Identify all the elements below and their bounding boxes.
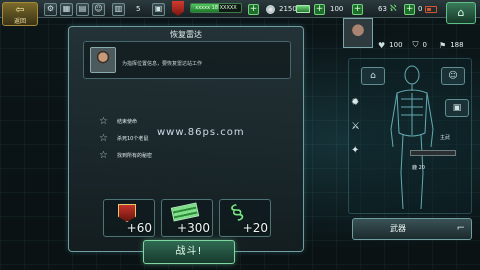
medal-icon bbox=[118, 204, 136, 222]
player-stats: ♥ 100 ⛉ 0 ⚑ 188 bbox=[378, 40, 468, 50]
reward-value: +60 bbox=[126, 221, 152, 235]
lab-button[interactable]: ⌂ bbox=[446, 2, 476, 24]
xp-text: xxxxx 18 XXXXX bbox=[195, 5, 237, 11]
rifle-ammo: 鹿 20 bbox=[412, 165, 425, 171]
body-scan-figure bbox=[390, 65, 434, 210]
sword-icon[interactable]: ⚔ bbox=[351, 121, 360, 132]
watermark: www.86ps.com bbox=[157, 127, 245, 138]
rank-icon bbox=[172, 1, 184, 16]
map-icon[interactable]: ▦ bbox=[60, 2, 73, 16]
star-icon: ☆ bbox=[99, 133, 108, 144]
battery-icon bbox=[425, 5, 438, 13]
objectives-list: ☆ 结束使命 ☆ 杀死10个老鼠 ☆ 找到所有的秘密 bbox=[99, 113, 152, 164]
weapons-label: 武器 bbox=[390, 224, 406, 233]
pistol-icon[interactable]: ✦ bbox=[351, 145, 359, 156]
weapons-button[interactable]: 武器 ⌐ bbox=[352, 218, 472, 240]
top-bar: ⚙ ▦ ▤ ☺ ▥ 5 ▣ xxxxx 18 XXXXX + 2150 + 10… bbox=[0, 0, 480, 18]
objective-label: 杀死10个老鼠 bbox=[117, 136, 149, 142]
reward-medal: +60 bbox=[103, 199, 155, 237]
dna-icon: ℵ bbox=[389, 4, 397, 14]
mission-panel: 恢复雷达 为指挥位置信息，要恢复雷达站工作 ☆ 结束使命 ☆ 杀死10个老鼠 ☆… bbox=[68, 26, 304, 252]
add-dna-button[interactable]: + bbox=[352, 3, 363, 15]
reward-money: +300 bbox=[161, 199, 213, 237]
star-icon: ☆ bbox=[99, 150, 108, 161]
gun-icon: ⌐ bbox=[456, 223, 465, 234]
mission-description: 为指挥位置信息，要恢复雷达站工作 bbox=[122, 61, 203, 67]
profile-icon[interactable]: ☺ bbox=[92, 2, 105, 16]
settings-icon[interactable]: ⚙ bbox=[44, 2, 57, 16]
rifle-icon[interactable] bbox=[410, 150, 456, 156]
objective-item: ☆ 杀死10个老鼠 bbox=[99, 130, 152, 147]
armor-slot[interactable]: ▣ bbox=[445, 99, 469, 117]
running-icon: ⚑ bbox=[439, 40, 447, 50]
objective-label: 找到所有的秘密 bbox=[117, 153, 153, 159]
battery-value: 0 bbox=[418, 5, 423, 13]
calendar-icon[interactable]: ▣ bbox=[152, 2, 165, 16]
speed-value: 188 bbox=[450, 41, 464, 49]
objective-item: ☆ 找到所有的秘密 bbox=[99, 147, 152, 164]
character-body-view: ⌂ ☺ ▣ ✹ ⚔ ✦ bbox=[348, 58, 472, 214]
grenade-icon[interactable]: ✹ bbox=[351, 97, 359, 108]
back-label: 返回 bbox=[13, 18, 26, 25]
armor-value: 0 bbox=[422, 41, 428, 49]
mission-title: 恢复雷达 bbox=[170, 30, 202, 39]
commander-portrait bbox=[90, 47, 116, 73]
head-slot[interactable]: ☺ bbox=[441, 67, 465, 85]
dna-value: 63 bbox=[378, 5, 387, 13]
helmet-slot[interactable]: ⌂ bbox=[361, 67, 385, 85]
objective-item: ☆ 结束使命 bbox=[99, 113, 152, 130]
back-arrow-icon: ⇦ bbox=[15, 3, 25, 16]
back-button[interactable]: ⇦ 返回 bbox=[2, 2, 38, 26]
journal-icon[interactable]: ▥ bbox=[112, 2, 125, 16]
cash-value: 100 bbox=[330, 5, 344, 13]
coin-icon bbox=[266, 4, 275, 14]
cash-icon bbox=[296, 5, 310, 13]
add-cash-button[interactable]: + bbox=[314, 3, 325, 15]
stats-icon[interactable]: ▤ bbox=[76, 2, 89, 16]
reward-dna: § +20 bbox=[219, 199, 271, 237]
shield-icon: ⛉ bbox=[412, 40, 419, 49]
star-icon: ☆ bbox=[99, 116, 108, 127]
coins-value: 2150 bbox=[279, 5, 297, 13]
player-avatar[interactable] bbox=[343, 18, 373, 48]
health-value: 100 bbox=[389, 41, 403, 49]
heart-icon: ♥ bbox=[378, 40, 386, 50]
fight-button[interactable]: 战斗! bbox=[143, 240, 235, 264]
level-value: 5 bbox=[136, 5, 141, 13]
add-xp-button[interactable]: + bbox=[248, 3, 259, 15]
objective-label: 结束使命 bbox=[117, 119, 138, 125]
add-battery-button[interactable]: + bbox=[404, 3, 415, 15]
weapon-slot-label: 主武 bbox=[440, 135, 451, 141]
lab-icon: ⌂ bbox=[457, 6, 465, 19]
mission-briefing: 为指挥位置信息，要恢复雷达站工作 bbox=[83, 41, 291, 79]
reward-value: +20 bbox=[242, 221, 268, 235]
reward-value: +300 bbox=[177, 221, 210, 235]
money-icon bbox=[170, 202, 200, 222]
xp-bar: xxxxx 18 XXXXX bbox=[190, 3, 242, 13]
